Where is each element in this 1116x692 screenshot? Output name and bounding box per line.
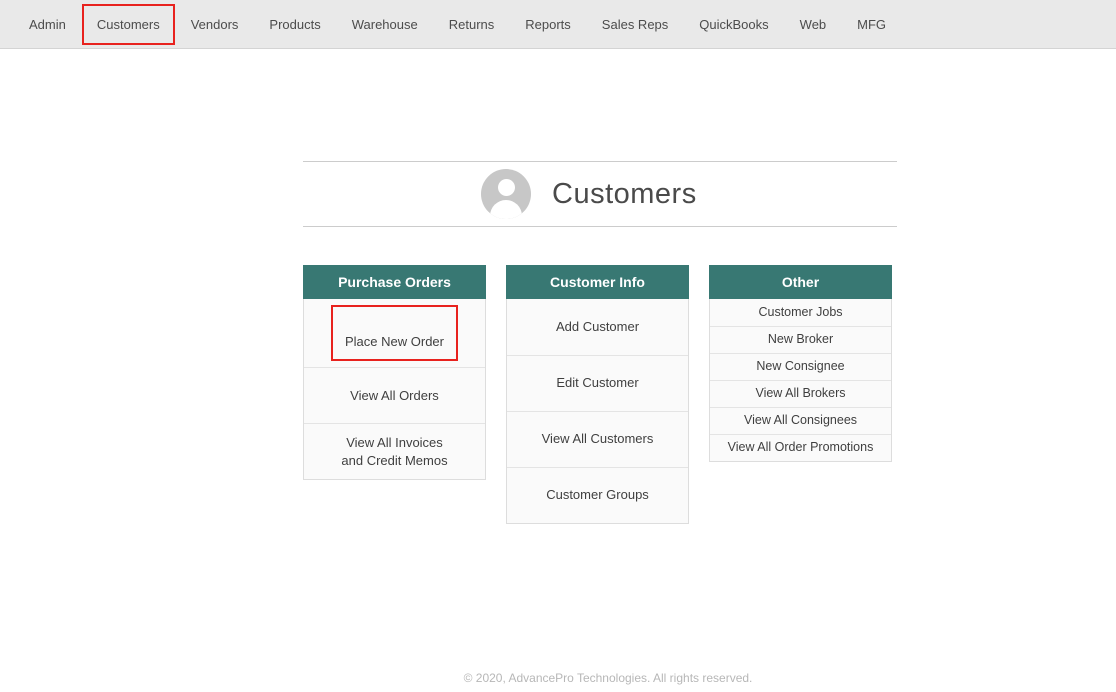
menu-item-label: Place New Order [345,334,444,349]
menu-cards-row: Purchase Orders Place New Order View All… [303,265,897,524]
footer-copyright: © 2020, AdvancePro Technologies. All rig… [303,671,913,685]
card-header-other: Other [709,265,892,299]
nav-item-products[interactable]: Products [269,17,320,32]
menu-item-view-all-customers[interactable]: View All Customers [507,411,688,467]
nav-item-vendors[interactable]: Vendors [191,17,239,32]
menu-item-view-all-orders[interactable]: View All Orders [304,367,485,423]
menu-item-new-consignee[interactable]: New Consignee [710,353,891,380]
nav-item-returns[interactable]: Returns [449,17,495,32]
nav-item-web[interactable]: Web [800,17,827,32]
nav-item-warehouse[interactable]: Warehouse [352,17,418,32]
top-nav-list: Admin Customers Vendors Products Warehou… [29,4,886,45]
menu-item-new-broker[interactable]: New Broker [710,326,891,353]
person-icon-torso [490,200,522,219]
card-header-customer-info: Customer Info [506,265,689,299]
menu-item-customer-jobs[interactable]: Customer Jobs [710,299,891,326]
page-title: Customers [552,178,697,211]
card-other: Other Customer Jobs New Broker New Consi… [709,265,892,462]
person-icon-head [498,179,515,196]
nav-item-reports[interactable]: Reports [525,17,571,32]
menu-item-place-new-order[interactable]: Place New Order [304,299,485,367]
nav-item-sales-reps[interactable]: Sales Reps [602,17,668,32]
menu-item-customer-groups[interactable]: Customer Groups [507,467,688,523]
place-new-order-annotation-box: Place New Order [331,305,458,361]
nav-item-customers-wrapper: Customers [97,4,160,45]
card-header-purchase-orders: Purchase Orders [303,265,486,299]
card-purchase-orders: Purchase Orders Place New Order View All… [303,265,486,480]
page-header: Customers [303,161,897,227]
nav-item-mfg[interactable]: MFG [857,17,886,32]
main-content: Customers Purchase Orders Place New Orde… [303,161,897,524]
top-nav-bar: Admin Customers Vendors Products Warehou… [0,0,1116,49]
nav-item-quickbooks[interactable]: QuickBooks [699,17,768,32]
menu-item-add-customer[interactable]: Add Customer [507,299,688,355]
nav-item-customers[interactable]: Customers [97,17,160,32]
card-customer-info: Customer Info Add Customer Edit Customer… [506,265,689,524]
menu-item-view-all-brokers[interactable]: View All Brokers [710,380,891,407]
customers-annotation-box: Customers [82,4,175,45]
nav-item-admin[interactable]: Admin [29,17,66,32]
person-icon [481,169,531,219]
menu-item-edit-customer[interactable]: Edit Customer [507,355,688,411]
menu-item-view-all-consignees[interactable]: View All Consignees [710,407,891,434]
menu-item-view-all-invoices-and-credit-memos[interactable]: View All Invoices and Credit Memos [304,423,485,479]
menu-item-view-all-order-promotions[interactable]: View All Order Promotions [710,434,891,461]
